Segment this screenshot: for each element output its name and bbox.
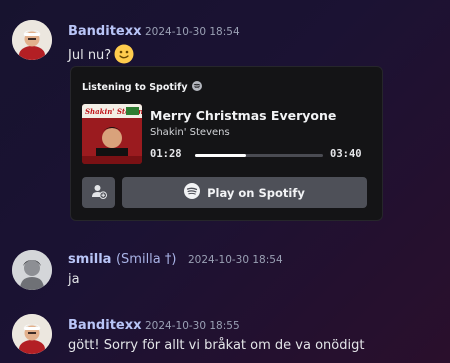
author-name[interactable]: smilla (Smilla †) <box>68 252 176 267</box>
play-button-label: Play on Spotify <box>207 185 305 200</box>
avatar[interactable] <box>12 314 52 354</box>
add-friend-icon <box>91 183 107 203</box>
author-alias: (Smilla †) <box>115 252 177 267</box>
progress-fill <box>195 154 247 157</box>
elapsed-time: 01:28 <box>150 148 182 160</box>
progress-bar <box>195 154 323 157</box>
message-content: Jul nu? <box>68 48 112 63</box>
play-on-spotify-button[interactable]: Play on Spotify <box>122 177 367 208</box>
timestamp: 2024-10-30 18:54 <box>145 26 240 38</box>
album-cover[interactable]: Shakin' Stevens <box>82 104 142 164</box>
invite-to-listen-button[interactable] <box>82 177 115 208</box>
message-text: Jul nu? <box>68 44 134 64</box>
spotify-icon <box>191 81 202 91</box>
avatar[interactable] <box>12 250 52 290</box>
card-header-label: Listening to Spotify <box>82 82 188 93</box>
timestamp: 2024-10-30 18:55 <box>145 320 240 332</box>
total-duration: 03:40 <box>330 148 362 160</box>
spotify-activity-card: Listening to Spotify Shakin' Stevens Mer… <box>70 66 383 221</box>
timestamp: 2024-10-30 18:54 <box>188 254 283 266</box>
avatar[interactable] <box>12 20 52 60</box>
author-username: smilla <box>68 252 112 267</box>
spotify-icon <box>184 183 207 202</box>
message-text: gött! Sorry för allt vi bråkat om de va … <box>68 338 365 353</box>
card-header: Listening to Spotify <box>82 81 202 93</box>
author-name[interactable]: Banditexx <box>68 318 142 333</box>
artist-name[interactable]: Shakin' Stevens <box>150 127 230 138</box>
author-name[interactable]: Banditexx <box>68 24 142 39</box>
slightly-smiling-face-icon <box>114 44 134 64</box>
message-text: ja <box>68 272 80 287</box>
song-title[interactable]: Merry Christmas Everyone <box>150 108 336 123</box>
